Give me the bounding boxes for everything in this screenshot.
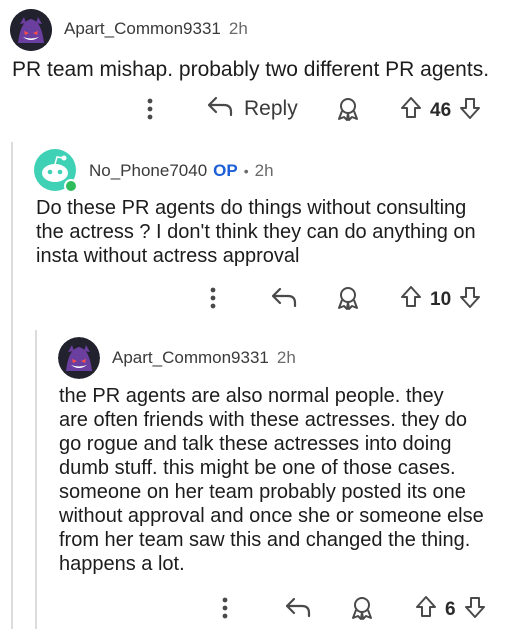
avatar[interactable]: [58, 337, 100, 379]
vote-count: 6: [445, 598, 456, 620]
upvote-arrow-icon[interactable]: [413, 594, 439, 625]
comment-header: Apart_Common9331 2h: [112, 348, 296, 368]
reply-button[interactable]: [270, 286, 298, 313]
award-icon[interactable]: [348, 594, 376, 622]
reply-label: Reply: [244, 96, 298, 120]
reply-button[interactable]: Reply: [206, 95, 298, 122]
vote-count: 10: [430, 288, 452, 310]
more-vertical-icon[interactable]: [203, 286, 223, 310]
award-icon[interactable]: [334, 95, 362, 123]
comment-line: dumb stuff. this might be one of those c…: [59, 457, 456, 479]
more-vertical-icon[interactable]: [140, 97, 160, 121]
award-icon[interactable]: [334, 284, 362, 312]
comment-header: Apart_Common9331 2h: [64, 19, 248, 39]
separator: •: [243, 163, 249, 179]
username[interactable]: No_Phone7040: [89, 161, 207, 181]
more-vertical-icon[interactable]: [215, 596, 235, 620]
comment-line: from her team saw this and changed the t…: [59, 529, 471, 551]
thread-line: [11, 142, 13, 629]
comment-line: without approval and once she or someone…: [59, 505, 484, 527]
comment-body: the PR agents are also normal people. th…: [59, 384, 484, 576]
comment-line: go rogue and talk these actresses into d…: [59, 433, 452, 455]
upvote-arrow-icon[interactable]: [398, 95, 424, 126]
op-badge: OP: [213, 161, 238, 180]
reply-arrow-icon: [270, 287, 298, 312]
upvote-arrow-icon[interactable]: [398, 284, 424, 315]
username[interactable]: Apart_Common9331: [112, 348, 269, 368]
downvote-arrow-icon[interactable]: [457, 284, 483, 315]
timestamp: 2h: [254, 161, 274, 180]
vote-count: 46: [430, 99, 452, 121]
vote-bar: 6: [413, 594, 488, 625]
comment-line: the PR agents are also normal people. th…: [59, 385, 444, 407]
comment-line: happens a lot.: [59, 553, 185, 575]
comment-line: insta without actress approval: [36, 245, 300, 267]
comment-body: Do these PR agents do things without con…: [36, 196, 476, 268]
avatar[interactable]: [10, 9, 52, 51]
avatar[interactable]: [34, 149, 78, 193]
reply-arrow-icon: [206, 95, 234, 122]
comment-line: Do these PR agents do things without con…: [36, 197, 467, 219]
timestamp: 2h: [228, 19, 248, 38]
comment-header: No_Phone7040 OP • 2h: [89, 161, 274, 181]
username[interactable]: Apart_Common9331: [64, 19, 221, 39]
downvote-arrow-icon[interactable]: [462, 594, 488, 625]
comment-body: PR team mishap. probably two different P…: [12, 58, 490, 81]
comment-line: are often friends with these actresses. …: [59, 409, 467, 431]
comment-line: the actress ? I don't think they can do …: [36, 221, 476, 243]
comment-line: someone on her team probably posted its …: [59, 481, 466, 503]
timestamp: 2h: [276, 348, 296, 367]
thread-line: [35, 330, 37, 629]
downvote-arrow-icon[interactable]: [457, 95, 483, 126]
vote-bar: 10: [398, 284, 483, 315]
reply-button[interactable]: [284, 596, 312, 623]
vote-bar: 46: [398, 95, 483, 126]
reply-arrow-icon: [284, 597, 312, 622]
